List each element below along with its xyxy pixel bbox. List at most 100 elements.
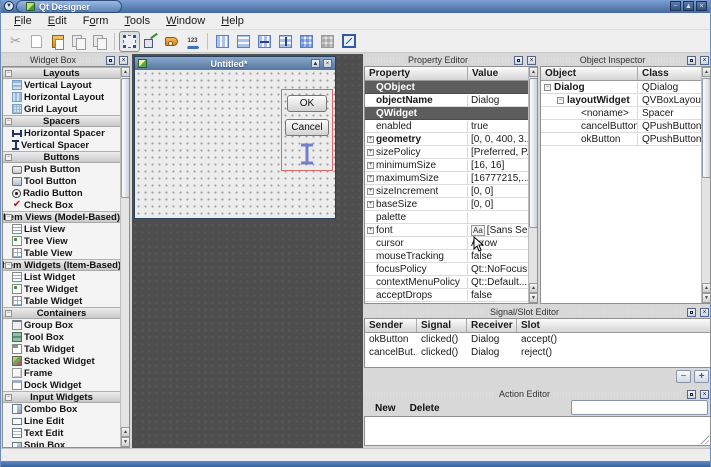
column-object[interactable]: Object <box>541 67 638 80</box>
add-connection-button[interactable]: + <box>694 370 709 383</box>
expand-icon[interactable]: + <box>365 136 376 143</box>
window-title-tab[interactable]: Qt Designer <box>16 0 122 13</box>
widget-tree-widget[interactable]: Tree Widget <box>3 283 120 295</box>
widget-dock-widget[interactable]: Dock Widget <box>3 379 120 391</box>
scrollbar-thumb[interactable] <box>702 78 711 178</box>
delete-action-button[interactable]: Delete <box>410 403 440 414</box>
property-group-row[interactable]: QWidget <box>365 107 528 120</box>
form-window[interactable]: Untitled* ▲ × OK Cancel <box>134 56 336 219</box>
widget-check-box[interactable]: ✔Check Box <box>3 199 120 211</box>
collapse-icon[interactable]: − <box>5 154 12 161</box>
column-sender[interactable]: Sender <box>365 319 417 332</box>
widget-combo-box[interactable]: Combo Box <box>3 403 120 415</box>
expand-icon[interactable]: + <box>365 201 376 208</box>
copy-icon[interactable] <box>68 31 89 52</box>
column-receiver[interactable]: Receiver <box>467 319 517 332</box>
cut-icon[interactable]: ✂ <box>5 31 26 52</box>
property-value[interactable]: true <box>468 121 528 132</box>
expand-icon[interactable]: + <box>365 227 376 234</box>
widget-spin-box[interactable]: Spin Box <box>3 439 120 448</box>
menu-help[interactable]: Help <box>213 13 252 29</box>
connection-row[interactable]: okButton clicked() Dialog accept() <box>365 333 710 346</box>
duplicate-icon[interactable] <box>89 31 110 52</box>
shade-icon[interactable]: ▲ <box>311 59 320 68</box>
edit-signals-slots-icon[interactable] <box>140 31 161 52</box>
expand-icon[interactable]: + <box>365 188 376 195</box>
property-row[interactable]: acceptDropsfalse <box>365 289 528 302</box>
collapse-icon[interactable]: − <box>5 310 12 317</box>
property-value[interactable]: [0, 0] <box>468 186 528 197</box>
layout-horizontal-splitter-icon[interactable] <box>254 31 275 52</box>
widget-table-view[interactable]: Table View <box>3 247 120 259</box>
remove-connection-button[interactable]: − <box>676 370 691 383</box>
column-value[interactable]: Value <box>468 67 537 80</box>
edit-tab-order-icon[interactable]: 123 <box>182 31 203 52</box>
property-value[interactable]: Qt::NoFocus <box>468 264 528 275</box>
widget-frame[interactable]: Frame <box>3 367 120 379</box>
property-value[interactable]: [0, 0, 400, 3... <box>468 134 528 145</box>
collapse-icon[interactable]: − <box>5 118 12 125</box>
expand-icon[interactable]: + <box>365 149 376 156</box>
close-icon[interactable]: × <box>700 308 709 317</box>
float-icon[interactable] <box>687 390 696 399</box>
document-icon[interactable] <box>26 31 47 52</box>
close-icon[interactable]: × <box>119 56 128 65</box>
close-icon[interactable]: × <box>700 390 709 399</box>
widget-tool-box[interactable]: Tool Box <box>3 331 120 343</box>
widget-box-scrollbar[interactable]: ▲ ▲ ▼ <box>120 67 129 447</box>
widget-list-widget[interactable]: List Widget <box>3 271 120 283</box>
collapse-icon[interactable]: − <box>5 262 12 269</box>
float-icon[interactable] <box>514 56 523 65</box>
window-menu-icon[interactable]: ▼ <box>4 1 14 11</box>
widget-tree-view[interactable]: Tree View <box>3 235 120 247</box>
property-row[interactable]: +sizeIncrement[0, 0] <box>365 185 528 198</box>
scroll-down-icon[interactable]: ▼ <box>121 437 130 447</box>
section-layouts[interactable]: −Layouts <box>3 67 120 79</box>
section-item-widgets[interactable]: −Item Widgets (Item-Based) <box>3 259 120 271</box>
maximize-icon[interactable]: ▲ <box>683 1 694 11</box>
form-canvas[interactable]: OK Cancel <box>135 70 335 218</box>
menu-tools[interactable]: Tools <box>116 13 158 29</box>
close-icon[interactable]: × <box>323 59 332 68</box>
edit-widgets-icon[interactable] <box>119 31 140 52</box>
section-item-views[interactable]: −Item Views (Model-Based) <box>3 211 120 223</box>
column-property[interactable]: Property <box>365 67 468 80</box>
property-row[interactable]: cursorArrow <box>365 237 528 250</box>
widget-horizontal-layout[interactable]: Horizontal Layout <box>3 91 120 103</box>
column-class[interactable]: Class <box>638 67 710 80</box>
widget-tab-widget[interactable]: Tab Widget <box>3 343 120 355</box>
new-action-button[interactable]: New <box>375 403 396 414</box>
object-row-cancelbutton[interactable]: cancelButtonQPushButton <box>541 120 701 133</box>
collapse-icon[interactable]: − <box>5 214 12 221</box>
scroll-up-icon[interactable]: ▲ <box>121 67 130 77</box>
scroll-down-icon[interactable]: ▼ <box>529 293 538 303</box>
widget-vertical-spacer[interactable]: Vertical Spacer <box>3 139 120 151</box>
property-row[interactable]: +minimumSize[16, 16] <box>365 159 528 172</box>
scroll-down-icon[interactable]: ▼ <box>702 293 711 303</box>
layout-horizontal-icon[interactable] <box>212 31 233 52</box>
section-buttons[interactable]: −Buttons <box>3 151 120 163</box>
paste-icon[interactable] <box>47 31 68 52</box>
menu-edit[interactable]: Edit <box>40 13 75 29</box>
widget-vertical-layout[interactable]: Vertical Layout <box>3 79 120 91</box>
property-value[interactable]: [16, 16] <box>468 160 528 171</box>
widget-horizontal-spacer[interactable]: Horizontal Spacer <box>3 127 120 139</box>
property-value[interactable]: Qt::Default... <box>468 277 528 288</box>
scrollbar-thumb[interactable] <box>529 78 538 228</box>
widget-push-button[interactable]: Push Button <box>3 163 120 175</box>
column-slot[interactable]: Slot <box>517 319 710 332</box>
edit-buddies-icon[interactable] <box>161 31 182 52</box>
widget-table-widget[interactable]: Table Widget <box>3 295 120 307</box>
property-row[interactable]: palette <box>365 211 528 224</box>
form-titlebar[interactable]: Untitled* ▲ × <box>135 57 335 70</box>
column-signal[interactable]: Signal <box>417 319 467 332</box>
property-value[interactable]: [0, 0] <box>468 199 528 210</box>
object-row-okbutton[interactable]: okButtonQPushButton <box>541 133 701 146</box>
property-value[interactable]: Dialog <box>468 95 528 106</box>
property-editor-scrollbar[interactable]: ▲ ▲ ▼ <box>528 67 537 303</box>
property-value[interactable]: false <box>468 290 528 301</box>
float-icon[interactable] <box>106 56 115 65</box>
property-row[interactable]: +baseSize[0, 0] <box>365 198 528 211</box>
ok-button[interactable]: OK <box>287 95 327 112</box>
collapse-icon[interactable]: − <box>544 84 551 91</box>
